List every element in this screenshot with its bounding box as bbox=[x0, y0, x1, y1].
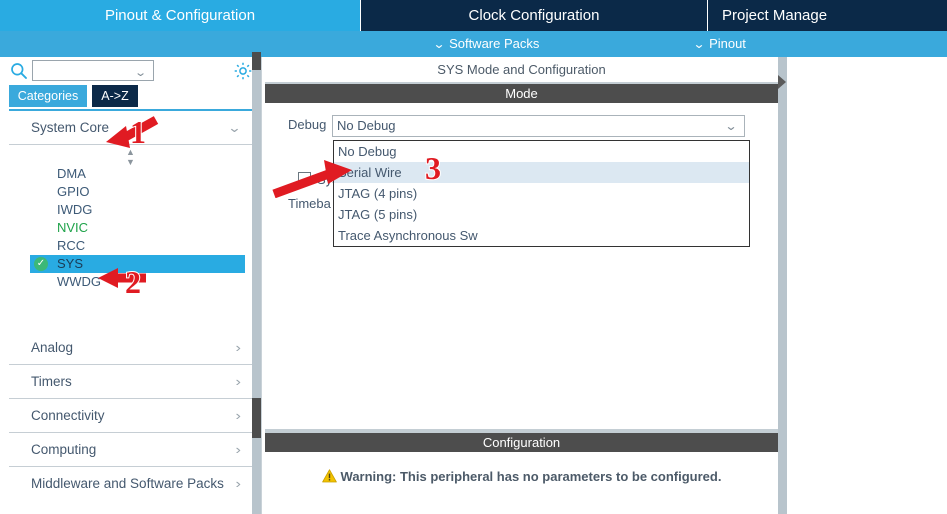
debug-select-value: No Debug bbox=[337, 118, 396, 133]
list-item-rcc[interactable]: RCC bbox=[9, 237, 252, 255]
configuration-warning-text: Warning: This peripheral has no paramete… bbox=[340, 469, 722, 484]
sidebar-scroll-thumb-upper[interactable] bbox=[252, 52, 261, 70]
dropdown-option-trace-asynchronous-sw[interactable]: Trace Asynchronous Sw bbox=[334, 225, 749, 246]
menu-pinout[interactable]: ⌄ Pinout bbox=[692, 31, 746, 57]
tab-categories[interactable]: Categories bbox=[9, 85, 87, 107]
search-input[interactable] bbox=[32, 60, 154, 81]
tab-pinout-configuration[interactable]: Pinout & Configuration bbox=[0, 0, 361, 31]
tab-clock-configuration[interactable]: Clock Configuration bbox=[361, 0, 708, 31]
sidebar-group-computing[interactable]: Computing › bbox=[9, 433, 252, 467]
sys-checkbox[interactable] bbox=[298, 172, 311, 185]
list-item-dma[interactable]: DMA bbox=[9, 165, 252, 183]
debug-label: Debug bbox=[288, 117, 327, 132]
list-item-nvic[interactable]: NVIC bbox=[9, 219, 252, 237]
pinout-canvas-area bbox=[787, 57, 947, 514]
dropdown-option-jtag-5-pins[interactable]: JTAG (5 pins) bbox=[334, 204, 749, 225]
panel-title: SYS Mode and Configuration bbox=[265, 57, 778, 82]
debug-row: Debug No Debug ⌄ bbox=[265, 115, 778, 139]
sub-menu-bar: ⌄ Software Packs ⌄ Pinout bbox=[0, 31, 947, 57]
chevron-down-icon: ⌄ bbox=[227, 120, 242, 135]
dropdown-option-jtag-4-pins[interactable]: JTAG (4 pins) bbox=[334, 183, 749, 204]
list-item-gpio[interactable]: GPIO bbox=[9, 183, 252, 201]
top-tab-bar: Pinout & Configuration Clock Configurati… bbox=[0, 0, 947, 31]
chevron-right-icon: › bbox=[235, 442, 241, 457]
configuration-section: Configuration Warning: This peripheral h… bbox=[265, 433, 778, 514]
menu-pinout-label: Pinout bbox=[709, 36, 746, 51]
list-item-sys-label: SYS bbox=[57, 256, 84, 271]
annotation-label-1: 1 bbox=[129, 114, 147, 150]
annotation-label-3: 3 bbox=[424, 150, 442, 186]
menu-software-packs-label: Software Packs bbox=[449, 36, 540, 51]
sidebar-group-system-core-label: System Core bbox=[31, 120, 110, 135]
configuration-section-header: Configuration bbox=[265, 433, 778, 452]
chevron-down-icon: ⌄ bbox=[432, 37, 446, 51]
search-row: ⌄ bbox=[0, 57, 262, 85]
debug-select[interactable]: No Debug ⌄ bbox=[332, 115, 745, 137]
chevron-right-icon: › bbox=[235, 374, 241, 389]
gear-icon[interactable] bbox=[233, 61, 253, 81]
mode-section: Mode Debug No Debug ⌄ Sys Timeba bbox=[265, 84, 778, 429]
chevron-right-icon: › bbox=[235, 476, 241, 491]
search-icon[interactable] bbox=[10, 62, 28, 80]
chevron-right-icon: › bbox=[235, 408, 241, 423]
debug-dropdown-list[interactable]: No Debug Serial Wire JTAG (4 pins) JTAG … bbox=[333, 140, 750, 247]
sidebar-group-timers-label: Timers bbox=[31, 374, 72, 389]
panel-splitter[interactable] bbox=[778, 57, 795, 514]
sidebar-scroll-thumb[interactable] bbox=[252, 398, 261, 438]
chevron-right-icon: › bbox=[235, 340, 241, 355]
list-item-iwdg[interactable]: IWDG bbox=[9, 201, 252, 219]
dropdown-option-no-debug[interactable]: No Debug bbox=[334, 141, 749, 162]
sidebar-group-analog-label: Analog bbox=[31, 340, 74, 355]
sys-configuration-panel: SYS Mode and Configuration Mode Debug No… bbox=[265, 57, 778, 514]
configuration-warning: Warning: This peripheral has no paramete… bbox=[265, 469, 778, 484]
sidebar-group-connectivity-label: Connectivity bbox=[31, 408, 105, 423]
sidebar-tab-group: Categories A->Z bbox=[0, 85, 262, 107]
annotation-label-2: 2 bbox=[124, 264, 142, 300]
chevron-down-icon: ⌄ bbox=[724, 119, 738, 133]
chevron-down-icon: ⌄ bbox=[692, 37, 706, 51]
timebase-label: Timeba bbox=[288, 196, 331, 211]
sidebar-group-analog[interactable]: Analog › bbox=[9, 331, 252, 365]
tab-a-to-z[interactable]: A->Z bbox=[92, 85, 138, 107]
tab-project-manager[interactable]: Project Manage bbox=[708, 0, 947, 31]
check-circle-icon: ✓ bbox=[34, 257, 48, 271]
sidebar-scrollbar[interactable] bbox=[252, 52, 261, 514]
sidebar-group-connectivity[interactable]: Connectivity › bbox=[9, 399, 252, 433]
peripheral-list: System Core ⌄ ▲ ▼ DMA GPIO IWDG NVIC RCC … bbox=[9, 109, 252, 514]
menu-software-packs[interactable]: ⌄ Software Packs bbox=[432, 31, 540, 57]
warning-triangle-icon bbox=[321, 469, 337, 483]
sidebar-group-middleware-label: Middleware and Software Packs bbox=[31, 476, 224, 491]
sidebar-group-computing-label: Computing bbox=[31, 442, 97, 457]
sidebar-group-middleware[interactable]: Middleware and Software Packs › bbox=[9, 467, 252, 501]
mode-section-header: Mode bbox=[265, 84, 778, 103]
sidebar-group-timers[interactable]: Timers › bbox=[9, 365, 252, 399]
dropdown-option-serial-wire[interactable]: Serial Wire bbox=[334, 162, 749, 183]
